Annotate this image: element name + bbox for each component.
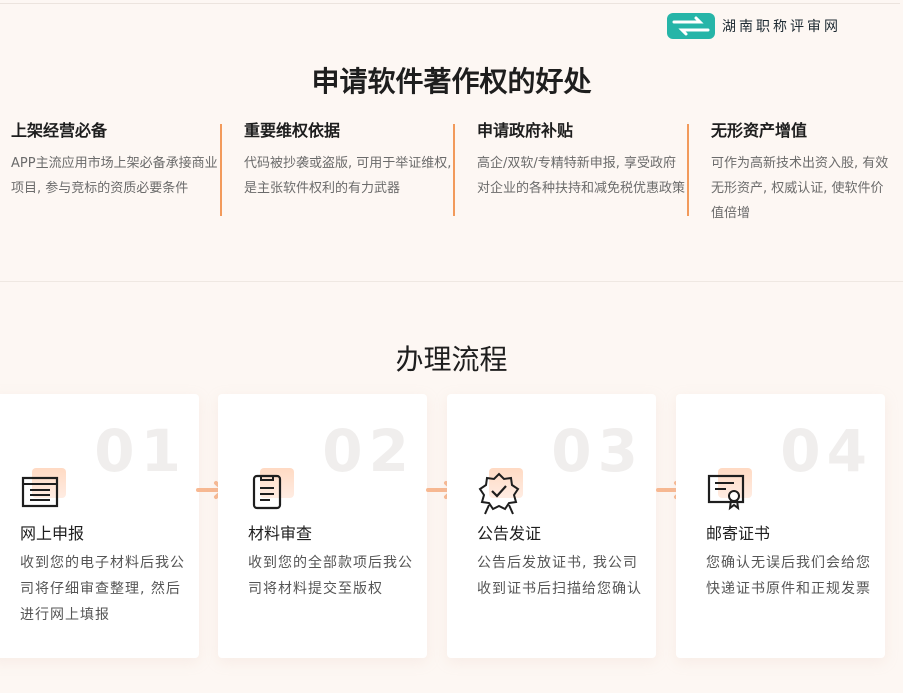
benefit-title: 申请政府补贴 bbox=[477, 121, 574, 140]
step-number: 03 bbox=[551, 417, 644, 485]
arrows-logo-icon bbox=[666, 12, 716, 40]
benefit-item: 上架经营必备 APP主流应用市场上架必备承接商业项目, 参与竞标的资质必要条件 bbox=[11, 120, 221, 201]
top-divider bbox=[0, 3, 900, 4]
benefit-desc: APP主流应用市场上架必备承接商业项目, 参与竞标的资质必要条件 bbox=[11, 156, 218, 196]
document-form-icon bbox=[20, 464, 72, 514]
benefit-desc: 高企/双软/专精特新申报, 享受政府对企业的各种扶持和减免税优惠政策 bbox=[477, 156, 686, 196]
benefit-title: 上架经营必备 bbox=[11, 121, 108, 140]
certificate-icon bbox=[706, 464, 758, 514]
step-desc: 收到您的全部款项后我公司将材料提交至版权 bbox=[248, 555, 413, 597]
benefit-item: 无形资产增值 可作为高新技术出资入股, 有效无形资产, 权威认证, 使软件价值倍… bbox=[687, 120, 896, 226]
step-title: 材料审查 bbox=[248, 524, 313, 543]
process-step-card: 01 网上申报 收到您的电子材料后我公司将仔细审查整理, 然后进行网上填报 bbox=[0, 394, 199, 658]
process-step-card: 02 材料审查 收到您的全部款项后我公司将材料提交至版权 bbox=[218, 394, 427, 658]
accent-bar bbox=[453, 124, 455, 216]
process-title: 办理流程 bbox=[395, 343, 508, 376]
benefit-desc: 可作为高新技术出资入股, 有效无形资产, 权威认证, 使软件价值倍增 bbox=[711, 156, 889, 221]
logo-text: 湖南职称评审网 bbox=[722, 19, 841, 35]
benefits-list: 上架经营必备 APP主流应用市场上架必备承接商业项目, 参与竞标的资质必要条件 … bbox=[0, 120, 903, 230]
process-step-card: 03 公告发证 公告后发放证书, 我公司收到证书后扫描给您确认 bbox=[447, 394, 656, 658]
step-desc: 公告后发放证书, 我公司收到证书后扫描给您确认 bbox=[477, 555, 642, 597]
step-desc: 收到您的电子材料后我公司将仔细审查整理, 然后进行网上填报 bbox=[20, 555, 185, 623]
step-title: 网上申报 bbox=[20, 524, 85, 543]
benefit-title: 无形资产增值 bbox=[711, 121, 808, 140]
award-badge-icon bbox=[477, 464, 529, 515]
step-number: 04 bbox=[780, 417, 873, 485]
benefit-item: 重要维权依据 代码被抄袭或盗版, 可用于举证维权, 是主张软件权利的有力武器 bbox=[220, 120, 454, 216]
benefit-item: 申请政府补贴 高企/双软/专精特新申报, 享受政府对企业的各种扶持和减免税优惠政… bbox=[453, 120, 687, 216]
benefits-title: 申请软件著作权的好处 bbox=[311, 65, 592, 98]
step-number: 01 bbox=[94, 417, 187, 485]
step-desc: 您确认无误后我们会给您快递证书原件和正规发票 bbox=[706, 555, 871, 597]
accent-bar bbox=[687, 124, 689, 216]
benefit-desc: 代码被抄袭或盗版, 可用于举证维权, 是主张软件权利的有力武器 bbox=[244, 156, 452, 196]
section-divider bbox=[0, 281, 903, 282]
step-number: 02 bbox=[322, 417, 415, 485]
process-step-card: 04 邮寄证书 您确认无误后我们会给您快递证书原件和正规发票 bbox=[676, 394, 885, 658]
step-title: 公告发证 bbox=[477, 524, 542, 543]
clipboard-icon bbox=[248, 464, 300, 514]
site-logo[interactable]: 湖南职称评审网 bbox=[666, 12, 841, 40]
step-title: 邮寄证书 bbox=[706, 524, 771, 543]
benefit-title: 重要维权依据 bbox=[244, 121, 341, 140]
accent-bar bbox=[220, 124, 222, 216]
